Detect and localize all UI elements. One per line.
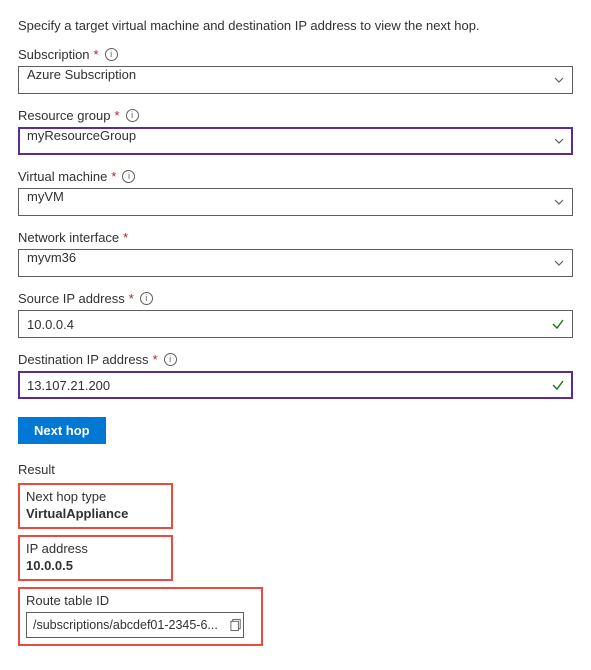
source-ip-input[interactable] bbox=[18, 310, 573, 338]
select-value: myResourceGroup bbox=[18, 127, 573, 155]
field-subscription: Subscription * i Azure Subscription bbox=[18, 47, 573, 94]
label-destination-ip: Destination IP address * i bbox=[18, 352, 573, 367]
source-ip-input-wrap bbox=[18, 310, 573, 338]
resource-group-select[interactable]: myResourceGroup bbox=[18, 127, 573, 155]
destination-ip-input[interactable] bbox=[18, 371, 573, 399]
label-text: Subscription bbox=[18, 47, 90, 62]
field-destination-ip: Destination IP address * i bbox=[18, 352, 573, 399]
intro-text: Specify a target virtual machine and des… bbox=[18, 18, 573, 33]
required-asterisk: * bbox=[111, 169, 116, 184]
info-icon[interactable]: i bbox=[140, 292, 153, 305]
result-label: Next hop type bbox=[26, 489, 163, 504]
required-asterisk: * bbox=[123, 230, 128, 245]
required-asterisk: * bbox=[129, 291, 134, 306]
result-route-table-id: Route table ID bbox=[18, 587, 263, 646]
result-value: VirtualAppliance bbox=[26, 506, 163, 521]
network-interface-select[interactable]: myvm36 bbox=[18, 249, 573, 277]
label-resource-group: Resource group * i bbox=[18, 108, 573, 123]
result-label: IP address bbox=[26, 541, 163, 556]
label-source-ip: Source IP address * i bbox=[18, 291, 573, 306]
field-source-ip: Source IP address * i bbox=[18, 291, 573, 338]
route-table-id-input[interactable] bbox=[26, 612, 244, 638]
field-resource-group: Resource group * i myResourceGroup bbox=[18, 108, 573, 155]
info-icon[interactable]: i bbox=[105, 48, 118, 61]
copy-icon[interactable] bbox=[230, 619, 243, 632]
result-ip-address: IP address 10.0.0.5 bbox=[18, 535, 173, 581]
label-text: Source IP address bbox=[18, 291, 125, 306]
info-icon[interactable]: i bbox=[122, 170, 135, 183]
result-heading: Result bbox=[18, 462, 573, 477]
info-icon[interactable]: i bbox=[164, 353, 177, 366]
label-text: Resource group bbox=[18, 108, 111, 123]
select-value: myVM bbox=[18, 188, 573, 216]
label-text: Virtual machine bbox=[18, 169, 107, 184]
next-hop-button[interactable]: Next hop bbox=[18, 417, 106, 444]
result-label: Route table ID bbox=[26, 593, 253, 608]
virtual-machine-select[interactable]: myVM bbox=[18, 188, 573, 216]
destination-ip-input-wrap bbox=[18, 371, 573, 399]
select-value: Azure Subscription bbox=[18, 66, 573, 94]
route-table-id-wrap bbox=[26, 612, 253, 638]
required-asterisk: * bbox=[115, 108, 120, 123]
result-next-hop-type: Next hop type VirtualAppliance bbox=[18, 483, 173, 529]
label-subscription: Subscription * i bbox=[18, 47, 573, 62]
field-virtual-machine: Virtual machine * i myVM bbox=[18, 169, 573, 216]
label-virtual-machine: Virtual machine * i bbox=[18, 169, 573, 184]
label-text: Destination IP address bbox=[18, 352, 149, 367]
result-value: 10.0.0.5 bbox=[26, 558, 163, 573]
field-network-interface: Network interface * myvm36 bbox=[18, 230, 573, 277]
subscription-select[interactable]: Azure Subscription bbox=[18, 66, 573, 94]
label-network-interface: Network interface * bbox=[18, 230, 573, 245]
label-text: Network interface bbox=[18, 230, 119, 245]
required-asterisk: * bbox=[153, 352, 158, 367]
info-icon[interactable]: i bbox=[126, 109, 139, 122]
required-asterisk: * bbox=[94, 47, 99, 62]
select-value: myvm36 bbox=[18, 249, 573, 277]
